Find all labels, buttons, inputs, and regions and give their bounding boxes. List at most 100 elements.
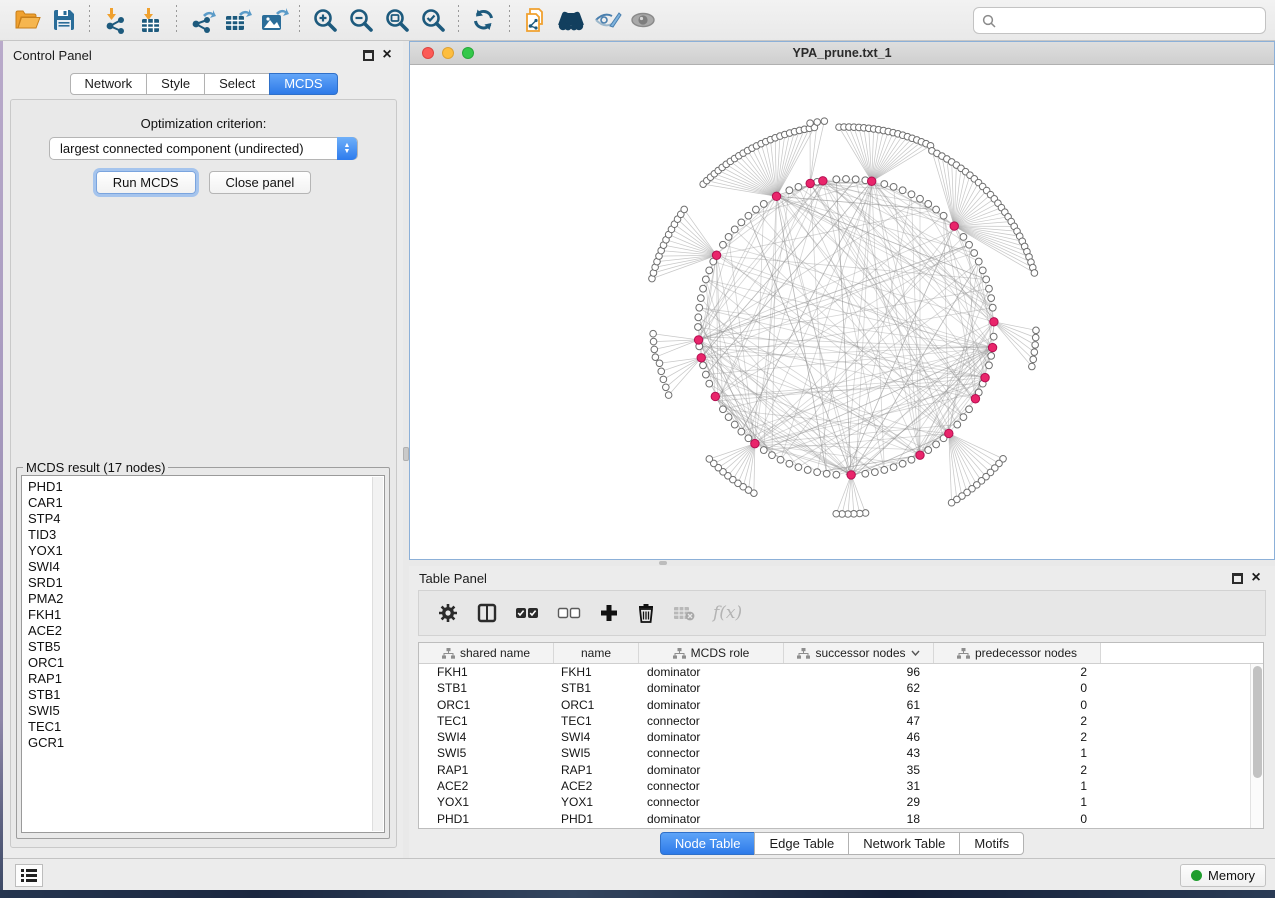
select-stepper-icon: ▲▼ [337,137,357,160]
memory-label: Memory [1208,868,1255,883]
table-panel-titlebar: Table Panel × [409,566,1275,590]
table-row[interactable]: YOX1YOX1connector291 [419,794,1263,810]
optimization-criterion-label: Optimization criterion: [11,116,396,131]
list-item[interactable]: YOX1 [22,543,384,559]
table-scrollbar[interactable] [1250,664,1263,828]
table-scrollbar-thumb[interactable] [1253,666,1262,778]
table-tabs: Node Table Edge Table Network Table Moti… [409,832,1275,855]
tab-select[interactable]: Select [204,73,270,95]
list-item[interactable]: GCR1 [22,735,384,751]
export-table-icon[interactable] [220,4,256,36]
list-scrollbar[interactable] [372,477,383,831]
list-item[interactable]: FKH1 [22,607,384,623]
export-image-icon[interactable] [256,4,292,36]
close-panel-button-mcds[interactable]: Close panel [209,171,312,194]
delete-columns-icon[interactable] [637,603,655,624]
save-session-icon[interactable] [46,4,82,36]
task-history-button[interactable] [15,864,43,887]
table-row[interactable]: PHD1PHD1dominator180 [419,811,1263,827]
header-filler [1101,643,1263,663]
float-table-panel-button[interactable] [1232,573,1243,584]
memory-button[interactable]: Memory [1180,864,1266,887]
zoom-in-icon[interactable] [307,4,343,36]
control-panel-tabs: Network Style Select MCDS [69,73,337,95]
zoom-fit-icon[interactable] [379,4,415,36]
network-graph[interactable] [410,65,1274,559]
tab-edge-table[interactable]: Edge Table [754,832,849,855]
column-header-name[interactable]: name [554,643,639,663]
run-mcds-button[interactable]: Run MCDS [96,171,196,194]
table-row[interactable]: ACE2ACE2connector311 [419,778,1263,794]
table-row[interactable]: SWI4SWI4dominator462 [419,729,1263,745]
delete-table-icon[interactable] [673,605,695,621]
show-columns-icon[interactable] [477,603,497,623]
import-table-icon[interactable] [133,4,169,36]
tab-style[interactable]: Style [146,73,205,95]
refresh-view-icon[interactable] [466,4,502,36]
first-neighbors-icon[interactable] [553,4,589,36]
memory-status-icon [1191,870,1202,881]
close-panel-button[interactable]: × [379,45,395,65]
toolbar-separator [509,5,510,35]
list-item[interactable]: ACE2 [22,623,384,639]
table-toolbar: f(x) [418,590,1266,636]
table-row[interactable]: STB1STB1dominator620 [419,680,1263,696]
toolbar-separator [89,5,90,35]
select-all-checkbox-icon[interactable] [515,606,539,620]
deselect-all-checkbox-icon[interactable] [557,606,581,620]
open-file-icon[interactable] [10,4,46,36]
network-canvas[interactable] [410,65,1274,559]
function-builder-icon[interactable]: f(x) [713,603,742,623]
column-header-successor-nodes[interactable]: successor nodes [784,643,934,663]
table-options-icon[interactable] [437,602,459,624]
table-row[interactable]: ORC1ORC1dominator610 [419,697,1263,713]
list-item[interactable]: ORC1 [22,655,384,671]
sitemap-icon [442,648,455,659]
table-row[interactable]: FKH1FKH1dominator962 [419,664,1263,680]
import-network-icon[interactable] [97,4,133,36]
show-all-icon[interactable] [625,4,661,36]
tab-network[interactable]: Network [69,73,147,95]
tab-network-table[interactable]: Network Table [848,832,960,855]
control-panel: Control Panel × Network Style Select MCD… [3,41,405,858]
list-item[interactable]: SWI4 [22,559,384,575]
close-table-panel-button[interactable]: × [1248,568,1264,588]
search-icon [982,14,996,28]
list-item[interactable]: CAR1 [22,495,384,511]
list-item[interactable]: SRD1 [22,575,384,591]
tab-mcds[interactable]: MCDS [269,73,337,95]
zoom-selected-icon[interactable] [415,4,451,36]
list-item[interactable]: PMA2 [22,591,384,607]
float-panel-button[interactable] [363,50,374,61]
column-header-shared-name[interactable]: shared name [419,643,554,663]
list-item[interactable]: STB5 [22,639,384,655]
list-item[interactable]: STP4 [22,511,384,527]
zoom-out-icon[interactable] [343,4,379,36]
optimization-criterion-select[interactable]: largest connected component (undirected)… [49,137,358,160]
search-input[interactable] [1002,13,1265,28]
node-table: shared name name MCDS role successor nod… [418,642,1264,829]
hide-selected-icon[interactable] [589,4,625,36]
duplicate-network-icon[interactable] [517,4,553,36]
table-panel-title: Table Panel [419,571,487,586]
list-item[interactable]: PHD1 [22,476,384,495]
mcds-result-title: MCDS result (17 nodes) [23,460,168,475]
table-row[interactable]: RAP1RAP1dominator352 [419,762,1263,778]
table-row[interactable]: TEC1TEC1connector472 [419,713,1263,729]
tab-motifs[interactable]: Motifs [959,832,1024,855]
list-item[interactable]: TEC1 [22,719,384,735]
list-item[interactable]: RAP1 [22,671,384,687]
list-item[interactable]: SWI5 [22,703,384,719]
main-toolbar [0,0,1275,41]
table-row[interactable]: SWI5SWI5connector431 [419,745,1263,761]
list-item[interactable]: TID3 [22,527,384,543]
column-header-mcds-role[interactable]: MCDS role [639,643,784,663]
column-header-predecessor-nodes[interactable]: predecessor nodes [934,643,1101,663]
tab-node-table[interactable]: Node Table [660,832,756,855]
splitter-handle[interactable] [659,561,667,565]
list-icon [21,869,37,882]
list-item[interactable]: STB1 [22,687,384,703]
optimization-criterion-value: largest connected component (undirected) [60,141,304,156]
export-network-icon[interactable] [184,4,220,36]
create-column-icon[interactable] [599,603,619,623]
